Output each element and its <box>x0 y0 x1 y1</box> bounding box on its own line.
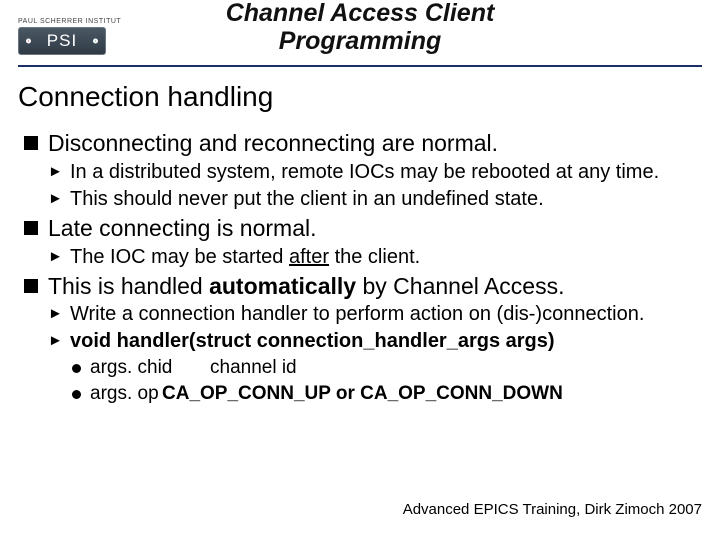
logo-dot-left-icon <box>26 39 31 44</box>
field-desc: channel id <box>210 356 297 380</box>
field-desc: CA_OP_CONN_UP or CA_OP_CONN_DOWN <box>162 382 563 406</box>
bullet-3: This is handled automatically by Channel… <box>24 272 702 301</box>
logo-institute-text: PAUL SCHERRER INSTITUT <box>18 18 121 25</box>
text: This is handled <box>48 273 209 299</box>
section-heading: Connection handling <box>18 81 702 113</box>
psi-logo: PAUL SCHERRER INSTITUT PSI <box>18 18 121 55</box>
footer-credit: Advanced EPICS Training, Dirk Zimoch 200… <box>0 501 720 518</box>
bullet-3-detail-1: args. chidchannel id <box>72 356 702 380</box>
code-signature: void handler(struct connection_handler_a… <box>70 330 555 352</box>
logo-dot-right-icon <box>93 39 98 44</box>
bullet-3-sub-2: void handler(struct connection_handler_a… <box>48 329 702 354</box>
text: The IOC may be started <box>70 246 289 268</box>
text-underlined: after <box>289 246 329 268</box>
text-bold: automatically <box>209 273 356 299</box>
bullet-2: Late connecting is normal. <box>24 214 702 243</box>
slide-header: PAUL SCHERRER INSTITUT PSI Channel Acces… <box>0 0 720 59</box>
logo-mark: PSI <box>18 27 106 55</box>
bullet-3-detail-2: args. opCA_OP_CONN_UP or CA_OP_CONN_DOWN <box>72 382 702 406</box>
field-name: args. op <box>90 382 162 406</box>
field-name: args. chid <box>90 356 210 380</box>
bullet-1: Disconnecting and reconnecting are norma… <box>24 129 702 158</box>
text: the client. <box>329 246 420 268</box>
bullet-1-sub-2: This should never put the client in an u… <box>48 187 702 212</box>
bullet-3-sub-1: Write a connection handler to perform ac… <box>48 302 702 327</box>
text: by Channel Access. <box>356 273 564 299</box>
logo-mark-text: PSI <box>47 31 77 50</box>
slide-body: Connection handling Disconnecting and re… <box>0 67 720 406</box>
bullet-1-sub-1: In a distributed system, remote IOCs may… <box>48 160 702 185</box>
bullet-2-sub-1: The IOC may be started after the client. <box>48 245 702 270</box>
